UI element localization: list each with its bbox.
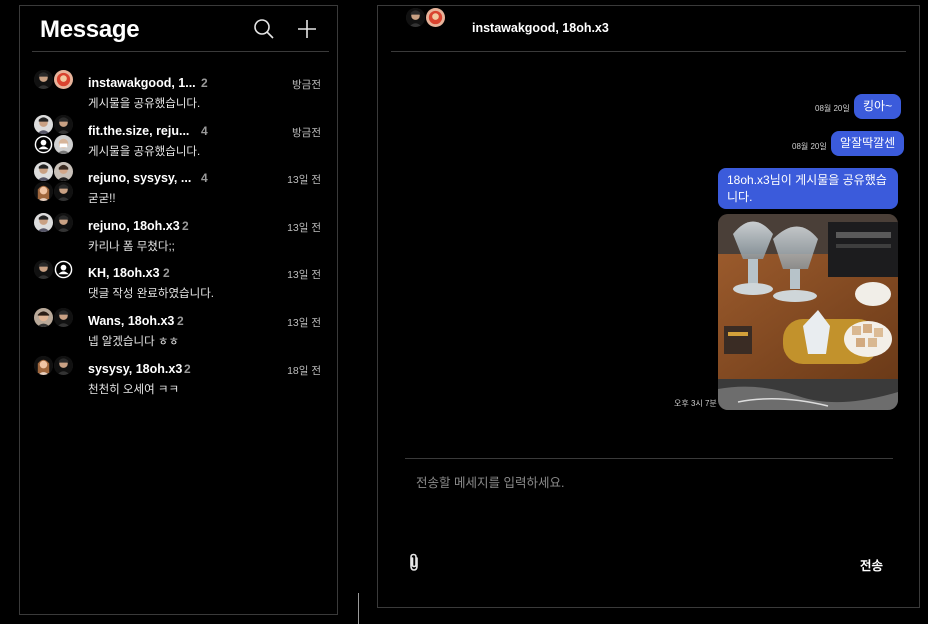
- conversation-time: 방금전: [292, 126, 321, 139]
- avatar-group: [34, 162, 76, 207]
- avatar-group: [406, 8, 448, 50]
- shared-post-time: 오후 3시 7분: [674, 399, 717, 408]
- paperclip-icon[interactable]: [404, 552, 424, 572]
- message-bubble[interactable]: 알잘딱깔센: [831, 131, 905, 156]
- avatar: [34, 260, 53, 280]
- avatar: [426, 8, 445, 27]
- chat-title: instawakgood, 18oh.x3: [472, 21, 609, 35]
- conversation-name: instawakgood, 1...: [88, 76, 196, 90]
- message-thread: 08월 20일 킹아~ 08월 20일 알잘딱깔센 18oh.x3님이 게시물을…: [378, 52, 919, 412]
- member-count: 2: [177, 313, 184, 328]
- avatar: [406, 8, 425, 27]
- conversation-time: 13일 전: [287, 316, 321, 329]
- conversation-item[interactable]: Wans, 18oh.x3 2 13일 전 넵 알겠습니다 ㅎㅎ: [20, 306, 337, 354]
- member-count: 4: [201, 123, 208, 138]
- avatar: [54, 162, 73, 182]
- avatar-group: [34, 307, 76, 350]
- avatar: [54, 114, 73, 134]
- conversation-item[interactable]: rejuno, 18oh.x3 2 13일 전 카리나 폼 무쳤다;;: [20, 211, 337, 259]
- sidebar-title: Message: [40, 16, 140, 43]
- sidebar-divider: [32, 51, 329, 52]
- member-count: 2: [201, 76, 208, 90]
- conversation-last-message: 댓글 작성 완료하였습니다.: [88, 288, 214, 301]
- avatar: [54, 134, 73, 154]
- avatar: [34, 355, 53, 375]
- sidebar-header: Message: [20, 6, 337, 52]
- avatar: [54, 307, 73, 327]
- chat-panel: instawakgood, 18oh.x3 08월 20일 킹아~ 08월 20…: [377, 5, 920, 608]
- avatar: [54, 182, 73, 202]
- panel-resize-handle[interactable]: [358, 593, 359, 624]
- conversation-time: 13일 전: [287, 221, 321, 234]
- avatar: [54, 355, 73, 375]
- avatar: [34, 182, 53, 202]
- conversation-time: 방금전: [292, 79, 321, 91]
- conversation-last-message: 천천히 오세여 ㅋㅋ: [88, 383, 180, 396]
- member-count: 2: [163, 266, 170, 281]
- conversation-item[interactable]: sysysy, 18oh.x3 2 18일 전 천천히 오세여 ㅋㅋ: [20, 354, 337, 402]
- avatar: [34, 114, 53, 134]
- avatar: [34, 70, 53, 89]
- avatar-group: [34, 260, 76, 302]
- conversation-name: fit.the.size, reju...: [88, 123, 190, 138]
- member-count: 4: [201, 171, 208, 186]
- send-button[interactable]: 전송: [860, 555, 883, 574]
- conversation-item[interactable]: KH, 18oh.x3 2 13일 전 댓글 작성 완료하였습니다.: [20, 258, 337, 306]
- chat-header: instawakgood, 18oh.x3: [378, 6, 919, 52]
- conversation-last-message: 게시물을 공유했습니다.: [88, 98, 201, 110]
- avatar: [54, 260, 73, 280]
- conversation-name: rejuno, sysysy, ...: [88, 171, 192, 186]
- plus-icon[interactable]: [295, 17, 319, 41]
- avatar: [34, 162, 53, 182]
- shared-post-image[interactable]: [718, 214, 898, 410]
- message-bubble[interactable]: 킹아~: [854, 94, 902, 119]
- conversation-list: instawakgood, 1... 2 방금전 게시물을 공유했습니다. fi…: [20, 68, 337, 401]
- avatar: [34, 212, 53, 232]
- conversation-time: 18일 전: [287, 364, 321, 377]
- compose-divider: [405, 458, 893, 459]
- conversation-time: 13일 전: [287, 174, 321, 187]
- avatar-group: [34, 355, 76, 398]
- conversation-item[interactable]: rejuno, sysysy, ... 4 13일 전 굳굳!!: [20, 162, 337, 211]
- conversation-last-message: 넵 알겠습니다 ㅎㅎ: [88, 335, 180, 348]
- conversation-last-message: 게시물을 공유했습니다.: [88, 145, 201, 158]
- message-input[interactable]: [406, 466, 892, 546]
- conversation-item[interactable]: instawakgood, 1... 2 방금전 게시물을 공유했습니다.: [20, 68, 337, 116]
- member-count: 2: [182, 218, 189, 233]
- conversation-sidebar: Message instawakgood, 1... 2 방금전 게시물을 공유…: [19, 5, 338, 615]
- avatar-group: [34, 212, 76, 255]
- conversation-name: Wans, 18oh.x3: [88, 313, 175, 328]
- avatar: [34, 134, 53, 154]
- message-time: 08월 20일: [792, 142, 827, 151]
- search-icon[interactable]: [252, 17, 276, 41]
- avatar: [34, 307, 53, 327]
- member-count: 2: [184, 361, 191, 376]
- avatar-group: [34, 70, 76, 112]
- avatar: [54, 70, 73, 89]
- avatar: [54, 212, 73, 232]
- conversation-name: rejuno, 18oh.x3: [88, 218, 180, 233]
- message-time: 08월 20일: [815, 104, 850, 113]
- conversation-time: 13일 전: [287, 269, 321, 282]
- conversation-name: sysysy, 18oh.x3: [88, 361, 183, 376]
- avatar-group: [34, 114, 76, 160]
- shared-post-notice[interactable]: 18oh.x3님이 게시물을 공유했습니다.: [718, 168, 898, 209]
- conversation-last-message: 카리나 폼 무쳤다;;: [88, 240, 175, 253]
- conversation-item[interactable]: fit.the.size, reju... 4 방금전 게시물을 공유했습니다.: [20, 114, 337, 164]
- conversation-last-message: 굳굳!!: [88, 193, 116, 206]
- conversation-name: KH, 18oh.x3: [88, 266, 160, 281]
